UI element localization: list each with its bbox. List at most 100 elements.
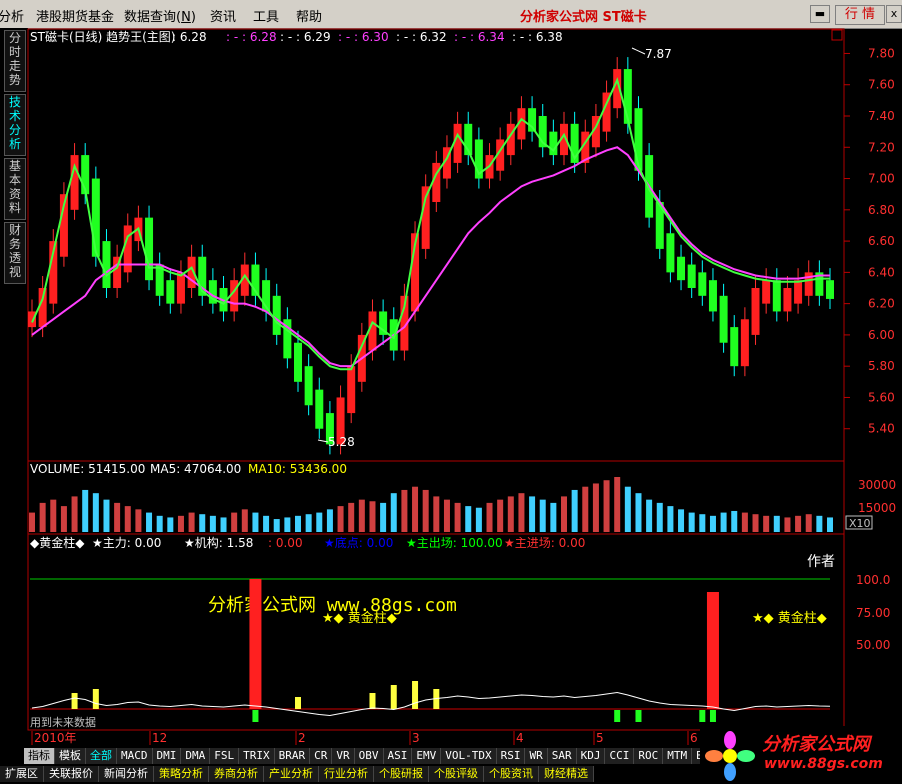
indicator-legend-item: ◆黄金柱◆ [30,535,85,550]
author-label: 作者 [807,554,835,570]
volume-bar [731,510,738,532]
yellow-bar [390,685,397,709]
chart-restore-icon[interactable] [831,29,843,41]
candle-body [368,311,377,351]
volume-bar [348,502,355,532]
indicator-tab[interactable]: 全部 [86,748,117,764]
volume-bar [433,496,440,532]
volume-tick-high: 30000 [858,478,896,492]
time-label: 2 [298,731,306,745]
volume-bar [763,515,770,532]
volume-bar [71,496,78,532]
bottom-tab[interactable]: 产业分析 [264,766,319,782]
volume-bar [518,493,525,532]
volume-bar [582,486,589,532]
volume-bar [816,515,823,532]
bottom-tab[interactable]: 新闻分析 [99,766,154,782]
indicator-tab[interactable]: DMA [181,748,211,764]
bottom-tab[interactable]: 财经精选 [539,766,594,782]
indicator-tab[interactable]: EMV [412,748,442,764]
ind-tick-50: 50.00 [856,638,890,652]
indicator-tab[interactable]: MACD [117,748,153,764]
green-bar [252,710,259,722]
indicator-tab[interactable]: ROC [634,748,664,764]
y-tick-label: 7.20 [868,140,895,154]
indicator-legend: ◆黄金柱◆ ★主力: 0.00 ★机构: 1.58: 0.00 ★底点: 0.00 ★主… [30,535,585,550]
candle-body [38,288,47,328]
golden-bar [706,592,719,709]
candle-body [634,108,643,171]
indicator-tab[interactable]: RSI [496,748,526,764]
bottom-tab[interactable]: 个股评级 [429,766,484,782]
ind-tick-100: 100.0 [856,573,890,587]
indicator-tab[interactable]: CR [310,748,333,764]
candle-body [294,342,302,382]
volume-bar [422,489,429,532]
volume-bar [380,502,387,532]
volume-bar [635,493,642,532]
volume-bar [752,514,759,532]
bottom-tab[interactable]: 个股研报 [374,766,429,782]
indicator-tab[interactable]: ASI [383,748,413,764]
indicator-tab[interactable]: KDJ [576,748,606,764]
candle-body [762,280,771,304]
bottom-tab[interactable]: 券商分析 [209,766,264,782]
indicator-tab[interactable]: TRIX [239,748,275,764]
candle-body [687,264,696,288]
indicator-tab[interactable]: VR [332,748,355,764]
candle-body [740,319,749,367]
y-tick-label: 6.40 [868,265,895,279]
volume-ma5: MA5: 47064.00 [150,462,241,476]
bottom-tab[interactable]: 个股资讯 [484,766,539,782]
volume-bar [614,477,621,532]
volume-bar [688,512,695,532]
volume-bar [773,515,780,532]
indicator-tab[interactable]: 模板 [55,748,86,764]
indicator-tab[interactable]: SAR [547,748,577,764]
volume-bar [475,507,482,532]
candle-body [176,272,185,304]
volume-bar [273,519,280,532]
indicator-tab[interactable]: 指标 [24,748,55,764]
volume-bar [667,506,674,532]
volume-bar [358,499,365,532]
volume-bar [699,514,706,532]
volume-bar [177,515,184,532]
volume-bar [50,499,57,532]
y-tick-label: 6.00 [868,328,895,342]
high-pointer [631,47,646,55]
volume-bar [646,499,653,532]
indicator-tab-row: 指标 模板 全部 MACD DMI DMA FSL TRIX BRAR CR VR OBV ASI EMV… [24,748,757,764]
candle-body [28,311,36,328]
volume-bar [550,502,557,532]
y-tick-label: 7.00 [868,172,895,186]
indicator-tab[interactable]: VOL-TDX [441,748,497,764]
indicator-tab[interactable]: MTM [663,748,693,764]
candle-body [666,233,675,273]
indicator-tab[interactable]: OBV [354,748,384,764]
volume-bar [827,517,833,532]
candle-body [794,280,803,304]
candle-body [772,280,781,312]
bottom-tab[interactable]: 策略分析 [154,766,209,782]
volume-bar [507,496,514,532]
volume-bar [369,501,376,532]
yellow-bar [71,693,78,709]
time-label: 4 [516,731,524,745]
indicator-tab[interactable]: DMI [152,748,182,764]
site-logo: 分析家公式网 www.88gs.com [700,726,900,782]
volume-tick-mid: 15000 [858,501,896,515]
indicator-tab[interactable]: FSL [210,748,240,764]
indicator-tab[interactable]: WR [525,748,548,764]
bottom-tab[interactable]: 行业分析 [319,766,374,782]
volume-bar [561,496,567,532]
volume-bar [284,517,291,532]
bottom-tab[interactable]: 扩展区 [0,766,44,782]
indicator-tab[interactable]: BRAR [274,748,311,764]
bottom-tab[interactable]: 关联报价 [44,766,99,782]
candle-body [347,366,356,414]
volume-bar [454,502,461,532]
candle-body [708,280,717,312]
indicator-tab[interactable]: CCI [605,748,635,764]
logo-url: www.88gs.com [764,756,883,772]
